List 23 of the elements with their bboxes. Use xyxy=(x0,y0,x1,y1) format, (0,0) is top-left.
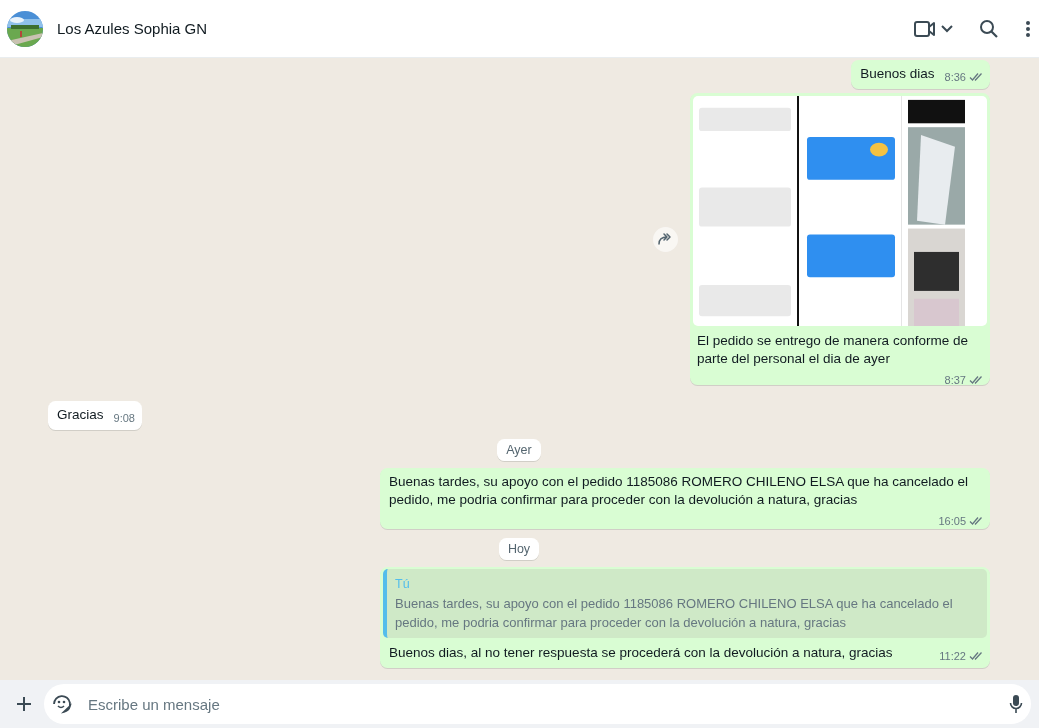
menu-icon[interactable] xyxy=(1025,19,1031,38)
message-text: Buenos dias, al no tener respuesta se procederá con la devolución a natura, gracias xyxy=(389,644,893,662)
message-field[interactable]: Escribe un mensaje xyxy=(44,684,1031,724)
date-separator: Hoy xyxy=(498,538,540,560)
message-text: Buenos dias xyxy=(860,65,935,83)
quote-text: Buenas tardes, su apoyo con el pedido 1185086 ROMERO CHILENO ELSA que ha cancelado el pedido, me podria confirmar para proceder con la devolución a natura, gracias xyxy=(395,595,954,632)
message-text: El pedido se entrego de manera conforme de parte del personal el dia de ayer xyxy=(697,332,969,368)
quote-author: Tú xyxy=(395,576,411,593)
plus-icon[interactable] xyxy=(16,696,32,712)
message-text: Gracias xyxy=(57,406,104,424)
microphone-icon[interactable] xyxy=(1009,694,1023,714)
message-time: 8:37 xyxy=(944,373,966,387)
date-separator: Ayer xyxy=(497,439,541,461)
chat-title: Los Azules Sophia GN xyxy=(57,20,209,37)
sticker-icon[interactable] xyxy=(52,694,72,714)
search-icon[interactable] xyxy=(979,18,999,39)
message-time: 11:22 xyxy=(939,649,966,663)
message-text: Buenas tardes, su apoyo con el pedido 1185086 ROMERO CHILENO ELSA que ha cancelado el pedido, me podria confirmar para proceder con la devolución a natura, gracias xyxy=(389,473,970,509)
message-time: 16:05 xyxy=(938,514,966,528)
message-time: 9:08 xyxy=(113,411,135,425)
message-time: 8:36 xyxy=(944,70,966,84)
quoted-message[interactable]: Tú Buenas tardes, su apoyo con el pedido 1185086 ROMERO CHILENO ELSA que ha cancelado el pedido, me podria confirmar para proceder con la devolución a natura, gracias xyxy=(383,569,987,638)
forward-icon[interactable] xyxy=(653,226,678,252)
